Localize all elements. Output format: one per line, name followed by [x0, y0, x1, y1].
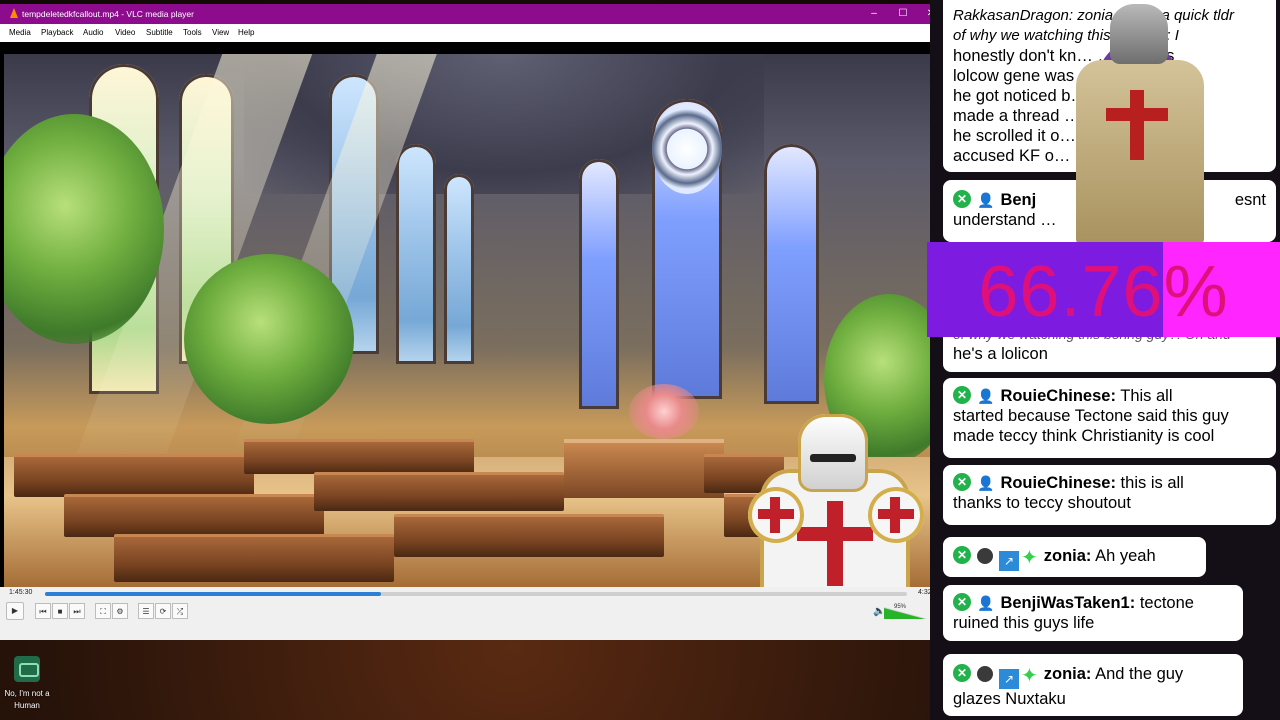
- fullscreen-button[interactable]: ⛶: [95, 603, 111, 619]
- chat-message: ↗✦ zonia: And the guy glazes Nuxtaku: [943, 654, 1243, 716]
- sparkle-icon: ✦: [1021, 547, 1038, 569]
- play-button[interactable]: ▶: [6, 602, 24, 620]
- menu-tools[interactable]: Tools: [183, 28, 202, 37]
- church-scene-image: [4, 54, 930, 587]
- volume-label: 95%: [894, 604, 907, 610]
- window-title: tempdeletedkfcallout.mp4 - VLC media pla…: [22, 9, 194, 19]
- username[interactable]: RouieChinese:: [1000, 474, 1116, 492]
- chat-message: ↗✦ zonia: Ah yeah: [943, 537, 1206, 577]
- knight-character: [740, 409, 930, 587]
- message-line: ruined this guys life: [953, 614, 1095, 632]
- user-icon: 👤: [977, 192, 995, 208]
- video-area[interactable]: [0, 42, 932, 587]
- vlc-cone-icon: [10, 8, 18, 18]
- subscriber-icon: ↗: [999, 551, 1019, 571]
- percentage-value: 66.76%: [978, 252, 1229, 332]
- previous-button[interactable]: ⏮: [35, 603, 51, 619]
- message-text: tectone: [1135, 594, 1194, 612]
- kick-badge-icon: [953, 386, 971, 404]
- message-line: he's a lolicon: [953, 345, 1048, 363]
- menu-subtitle[interactable]: Subtitle: [146, 28, 173, 37]
- message-line: made teccy think Christianity is cool: [953, 427, 1215, 445]
- chat-message: 👤 RouieChinese: this is all thanks to tec…: [943, 465, 1276, 525]
- seek-bar[interactable]: [45, 592, 907, 596]
- kick-badge-icon: [953, 190, 971, 208]
- vlc-window: tempdeletedkfcallout.mp4 - VLC media pla…: [0, 4, 941, 640]
- user-icon: 👤: [977, 595, 995, 611]
- kick-badge-icon: [953, 593, 971, 611]
- seek-bar-progress: [45, 592, 382, 596]
- menu-audio[interactable]: Audio: [83, 28, 103, 37]
- kick-badge-icon: [953, 473, 971, 491]
- kick-badge-icon: [953, 546, 971, 564]
- sparkle-icon: ✦: [1021, 665, 1038, 687]
- desktop-shortcut-label-1: No, I'm not a: [4, 689, 50, 698]
- chat-message: 👤 BenjiWasTaken1: tectone ruined this guy…: [943, 585, 1243, 641]
- message-line: started because Tectone said this guy: [953, 407, 1229, 425]
- title-bar[interactable]: tempdeletedkfcallout.mp4 - VLC media pla…: [0, 4, 940, 24]
- username[interactable]: BenjiWasTaken1:: [1000, 594, 1135, 612]
- percentage-overlay: 66.76%: [927, 242, 1280, 337]
- desktop-shortcut[interactable]: No, I'm not a Human: [2, 656, 52, 711]
- avatar: [977, 666, 993, 682]
- kick-badge-icon: [953, 664, 971, 682]
- maximize-button[interactable]: ☐: [895, 7, 911, 21]
- message-text: And the guy: [1091, 665, 1184, 683]
- menu-bar: Media Playback Audio Video Subtitle Tool…: [0, 24, 940, 42]
- playback-controls: 1:45:30 4:32:00 ▶ ⏮ ■ ⏭ ⛶ ⚙ ☰ ⟳ ⤮ 🔈 95%: [0, 587, 941, 640]
- chat-message: 👤 RouieChinese: This all started because …: [943, 378, 1276, 458]
- avatar: [977, 548, 993, 564]
- message-text: This all: [1115, 387, 1173, 405]
- desktop-shortcut-label-2: Human: [14, 701, 40, 710]
- message-text: Ah yeah: [1091, 547, 1156, 565]
- user-icon: 👤: [977, 475, 995, 491]
- username[interactable]: Benj: [1000, 191, 1036, 209]
- menu-help[interactable]: Help: [238, 28, 254, 37]
- subscriber-icon: ↗: [999, 669, 1019, 689]
- stop-button[interactable]: ■: [52, 603, 68, 619]
- message-text: esnt: [1234, 191, 1266, 209]
- playlist-button[interactable]: ☰: [138, 603, 154, 619]
- user-icon: 👤: [977, 388, 995, 404]
- menu-video[interactable]: Video: [115, 28, 135, 37]
- extended-settings-button[interactable]: ⚙: [112, 603, 128, 619]
- username[interactable]: zonia:: [1044, 665, 1092, 683]
- shuffle-button[interactable]: ⤮: [172, 603, 188, 619]
- elapsed-time: 1:45:30: [9, 589, 33, 596]
- menu-view[interactable]: View: [212, 28, 229, 37]
- menu-media[interactable]: Media: [9, 28, 31, 37]
- minimize-button[interactable]: –: [866, 7, 882, 21]
- loop-button[interactable]: ⟳: [155, 603, 171, 619]
- message-line: glazes Nuxtaku: [953, 690, 1066, 708]
- volume-slider[interactable]: 95%: [884, 604, 928, 619]
- message-text: this is all: [1115, 474, 1184, 492]
- message-line: thanks to teccy shoutout: [953, 494, 1131, 512]
- next-button[interactable]: ⏭: [69, 603, 85, 619]
- knight-portrait-overlay: [1060, 0, 1220, 245]
- menu-playback[interactable]: Playback: [41, 28, 73, 37]
- username[interactable]: zonia:: [1044, 547, 1092, 565]
- app-icon: [14, 656, 40, 682]
- username[interactable]: RouieChinese:: [1000, 387, 1116, 405]
